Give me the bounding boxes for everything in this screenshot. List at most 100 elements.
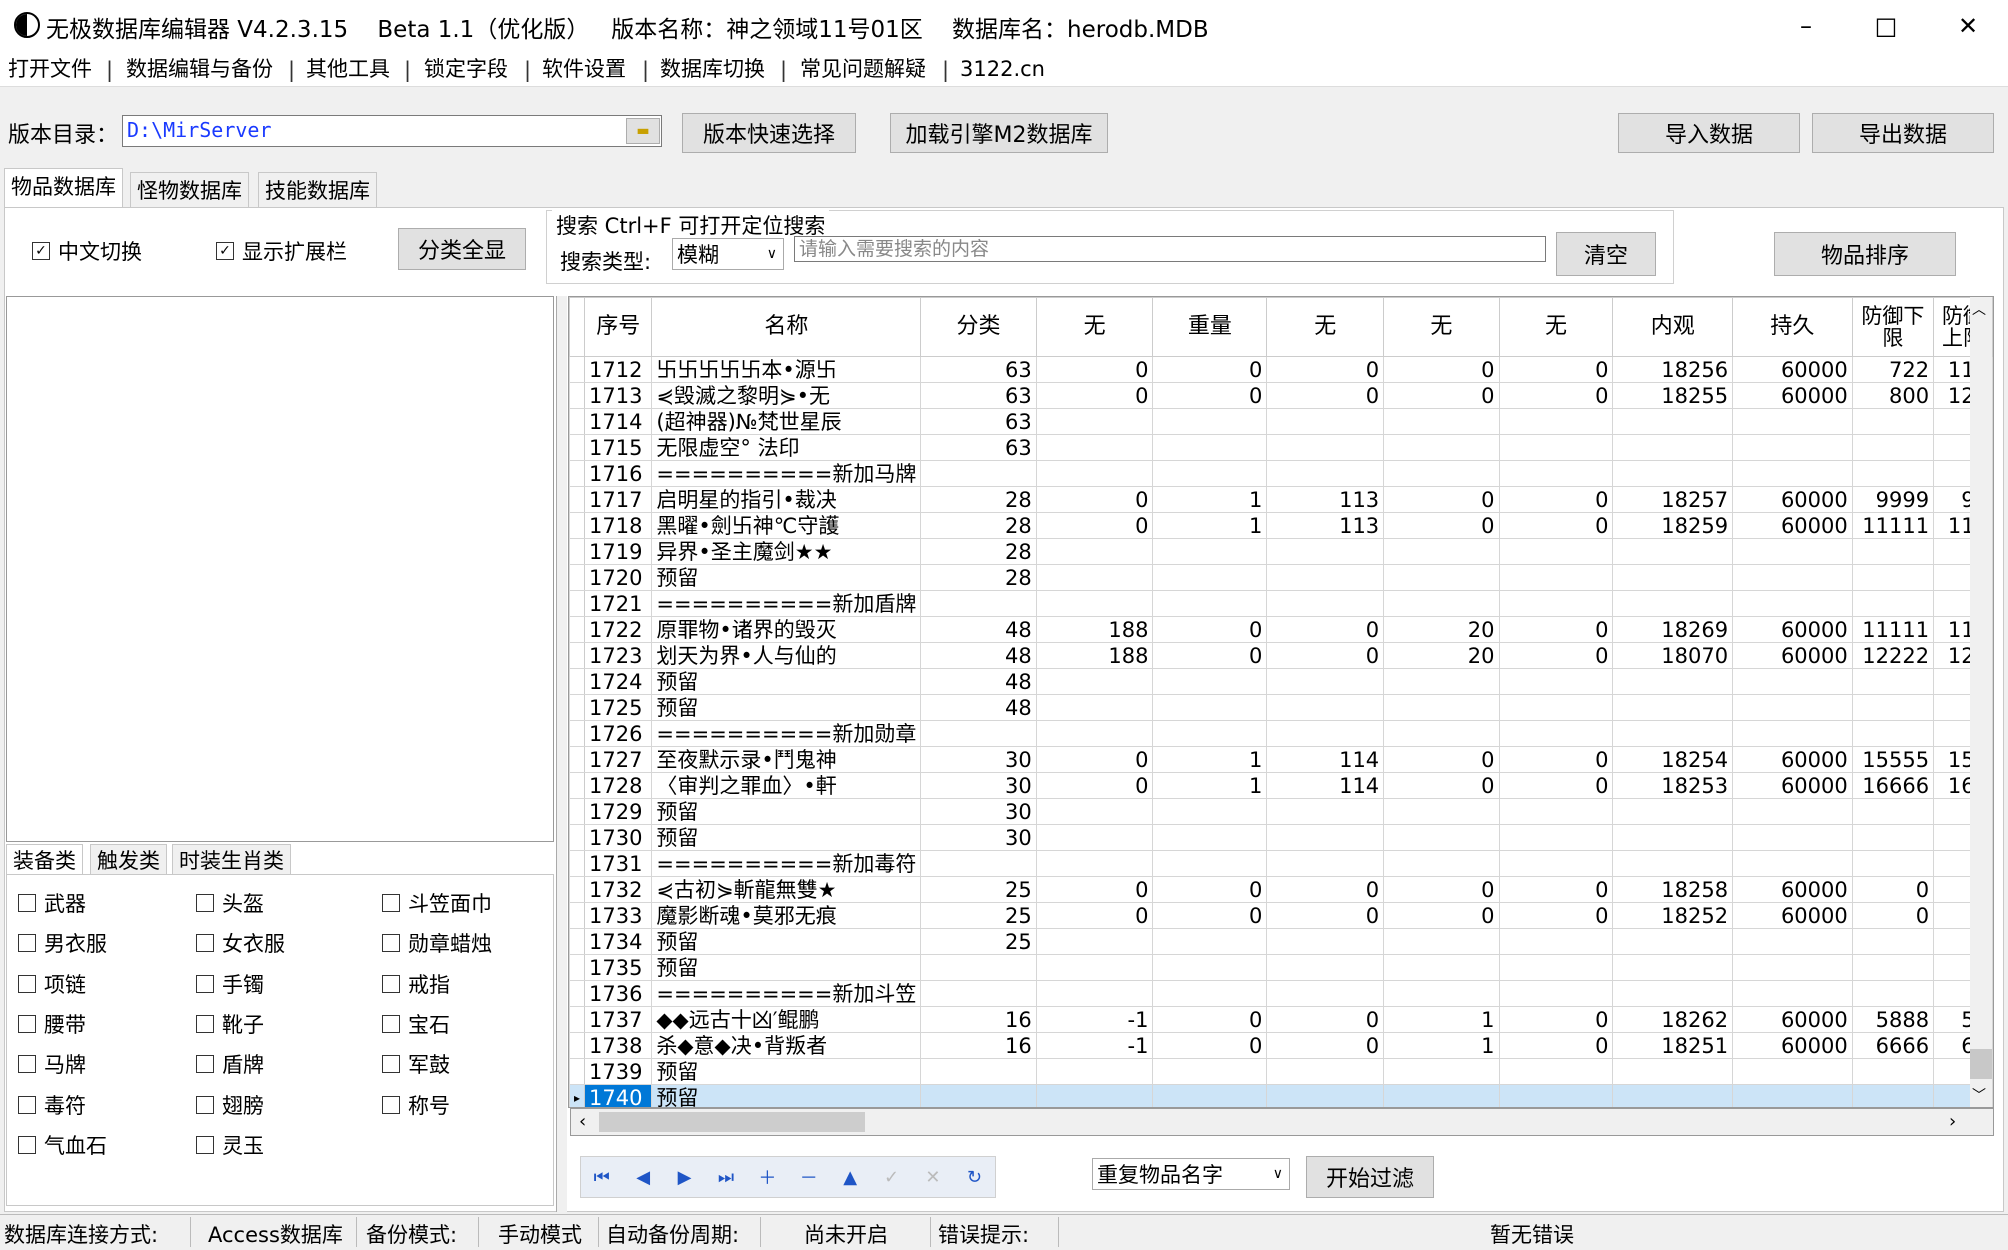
table-cell[interactable]: [1612, 564, 1734, 591]
table-cell[interactable]: [1035, 798, 1154, 825]
table-cell[interactable]: 0: [1383, 772, 1500, 799]
row-indicator[interactable]: [569, 746, 586, 773]
table-cell[interactable]: [1732, 564, 1853, 591]
tab-items[interactable]: 物品数据库: [4, 168, 123, 208]
table-cell[interactable]: 15555: [1851, 746, 1935, 773]
table-cell[interactable]: [1498, 980, 1614, 1007]
table-cell[interactable]: 0: [1266, 902, 1385, 929]
table-cell[interactable]: [1266, 720, 1385, 747]
tab-monsters[interactable]: 怪物数据库: [130, 172, 249, 208]
table-cell[interactable]: -1: [1035, 1032, 1154, 1059]
next-record-icon[interactable]: ▶: [664, 1167, 705, 1188]
table-cell[interactable]: 0: [1152, 616, 1268, 643]
table-cell[interactable]: 60000: [1732, 356, 1853, 383]
table-cell[interactable]: 1733: [584, 902, 653, 929]
table-cell[interactable]: 0: [1498, 1032, 1614, 1059]
table-cell[interactable]: [920, 1058, 1037, 1085]
prev-record-icon[interactable]: ◀: [622, 1167, 663, 1188]
table-cell[interactable]: 预留: [651, 798, 922, 825]
table-cell[interactable]: [1732, 720, 1853, 747]
table-cell[interactable]: 25: [920, 902, 1037, 929]
table-cell[interactable]: [1383, 408, 1500, 435]
table-cell[interactable]: 0: [1152, 382, 1268, 409]
table-cell[interactable]: 16: [920, 1032, 1037, 1059]
table-row[interactable]: 1737◆◆远古十凶′鲲鹏16-100101826260000588858: [569, 1006, 1993, 1033]
table-cell[interactable]: [1152, 538, 1268, 565]
table-cell[interactable]: 0: [1152, 1006, 1268, 1033]
category-checkbox[interactable]: 手镯: [196, 969, 264, 999]
table-row[interactable]: 1724 预留 48: [569, 668, 1993, 695]
table-cell[interactable]: [1152, 850, 1268, 877]
table-row[interactable]: 1738杀◆意◆决•背叛者16-100101825160000666666: [569, 1032, 1993, 1059]
table-cell[interactable]: 0: [1266, 616, 1385, 643]
table-cell[interactable]: 11111: [1851, 512, 1935, 539]
table-cell[interactable]: 0: [1035, 512, 1154, 539]
table-cell[interactable]: 卐卐卐卐卐本•源卐: [651, 356, 922, 383]
row-indicator[interactable]: [569, 382, 586, 409]
table-cell[interactable]: -1: [1035, 1006, 1154, 1033]
table-cell[interactable]: 0: [1266, 382, 1385, 409]
table-cell[interactable]: 1739: [584, 1058, 653, 1085]
table-cell[interactable]: [1851, 590, 1935, 617]
table-cell[interactable]: 1715: [584, 434, 653, 461]
table-cell[interactable]: 60000: [1732, 382, 1853, 409]
row-indicator[interactable]: [569, 798, 586, 825]
table-cell[interactable]: 1738: [584, 1032, 653, 1059]
table-cell[interactable]: [1383, 668, 1500, 695]
table-cell[interactable]: 60000: [1732, 1006, 1853, 1033]
table-cell[interactable]: [1732, 980, 1853, 1007]
table-cell[interactable]: [1851, 694, 1935, 721]
table-cell[interactable]: 黑曜•劍卐神℃守護: [651, 512, 922, 539]
close-button[interactable]: ✕: [1928, 0, 2008, 52]
table-cell[interactable]: [1152, 720, 1268, 747]
table-cell[interactable]: [1383, 824, 1500, 851]
table-cell[interactable]: [1383, 590, 1500, 617]
menu-website-link[interactable]: 3122.cn: [960, 52, 1045, 86]
show-ext-checkbox[interactable]: ✓ 显示扩展栏: [216, 236, 347, 266]
table-cell[interactable]: [1612, 694, 1734, 721]
row-indicator[interactable]: [569, 460, 586, 487]
table-cell[interactable]: [1035, 720, 1154, 747]
table-cell[interactable]: [1383, 460, 1500, 487]
table-cell[interactable]: 60000: [1732, 876, 1853, 903]
table-cell[interactable]: 0: [1152, 642, 1268, 669]
row-indicator[interactable]: [569, 616, 586, 643]
column-header[interactable]: 名称: [651, 297, 922, 357]
table-cell[interactable]: [1266, 434, 1385, 461]
table-cell[interactable]: 114: [1266, 746, 1385, 773]
table-cell[interactable]: [1851, 460, 1935, 487]
show-all-categories-button[interactable]: 分类全显: [398, 228, 526, 270]
scroll-up-icon[interactable]: ︿: [1972, 299, 1986, 319]
column-header[interactable]: 分类: [920, 297, 1037, 357]
row-indicator[interactable]: [569, 642, 586, 669]
row-indicator[interactable]: [569, 954, 586, 981]
table-cell[interactable]: 30: [920, 746, 1037, 773]
table-cell[interactable]: 1723: [584, 642, 653, 669]
table-cell[interactable]: [1266, 668, 1385, 695]
table-cell[interactable]: 60000: [1732, 772, 1853, 799]
table-cell[interactable]: [1266, 824, 1385, 851]
table-row[interactable]: 1713 ⋞毁滅之黎明⋟•无 63 0 0 0 0 0 18255 60000 800 122: [569, 382, 1993, 409]
table-cell[interactable]: 20: [1383, 642, 1500, 669]
row-indicator[interactable]: [569, 564, 586, 591]
table-cell[interactable]: 0: [1498, 356, 1614, 383]
delete-record-icon[interactable]: －: [788, 1164, 829, 1190]
table-cell[interactable]: [1732, 954, 1853, 981]
table-cell[interactable]: 0: [1266, 356, 1385, 383]
table-cell[interactable]: [1612, 408, 1734, 435]
table-cell[interactable]: 0: [1498, 642, 1614, 669]
table-cell[interactable]: [1498, 824, 1614, 851]
table-cell[interactable]: [1266, 694, 1385, 721]
table-cell[interactable]: 1729: [584, 798, 653, 825]
table-cell[interactable]: [1383, 1058, 1500, 1085]
table-cell[interactable]: 0: [1383, 382, 1500, 409]
table-cell[interactable]: 11111: [1851, 616, 1935, 643]
table-cell[interactable]: [1383, 980, 1500, 1007]
table-cell[interactable]: [1152, 824, 1268, 851]
table-cell[interactable]: [1266, 538, 1385, 565]
table-cell[interactable]: [1732, 1084, 1853, 1107]
table-cell[interactable]: [1152, 590, 1268, 617]
table-cell[interactable]: 0: [1035, 382, 1154, 409]
table-cell[interactable]: 1725: [584, 694, 653, 721]
table-cell[interactable]: 188: [1035, 616, 1154, 643]
